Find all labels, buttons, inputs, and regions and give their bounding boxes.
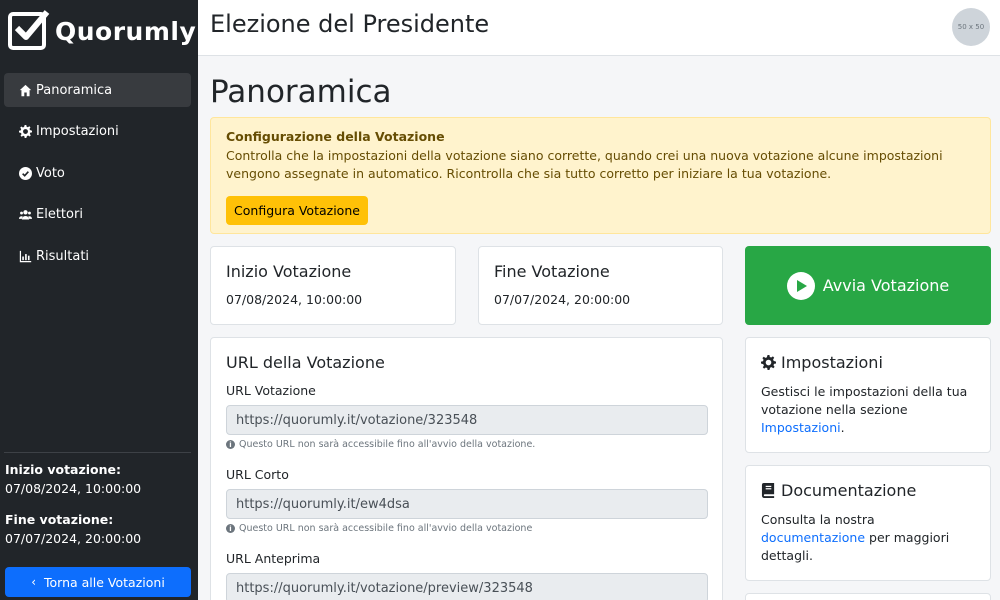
docs-card-text: Consulta la nostra documentazione per ma…: [761, 511, 976, 565]
start-election-button[interactable]: Avvia Votazione: [745, 246, 991, 325]
docs-text-before: Consulta la nostra: [761, 512, 875, 527]
url-votazione-input[interactable]: https://quorumly.it/votazione/323548: [226, 405, 708, 435]
sidebar-item-panoramica[interactable]: Panoramica: [4, 73, 191, 107]
settings-card-text: Gestisci le impostazioni della tua votaz…: [761, 383, 976, 437]
sidebar-item-voto[interactable]: Voto: [4, 156, 191, 190]
gear-icon: [761, 355, 776, 370]
info-icon: i: [226, 440, 235, 449]
chevron-left-icon: ‹: [31, 575, 37, 589]
url-votazione-help: i Questo URL non sarà accessibile fino a…: [226, 439, 535, 450]
sidebar-item-label: Voto: [36, 165, 65, 181]
page-title: Panoramica: [210, 74, 392, 110]
settings-card-title-text: Impostazioni: [781, 353, 883, 372]
sidebar-item-label: Impostazioni: [36, 124, 119, 139]
logo-check-icon: [8, 10, 50, 50]
sidebar-item-label: Elettori: [36, 207, 83, 222]
topbar: Elezione del Presidente 50 x 50: [198, 0, 1000, 56]
url-anteprima-input[interactable]: https://quorumly.it/votazione/preview/32…: [226, 573, 708, 600]
url-corto-help: i Questo URL non sarà accessibile fino a…: [226, 523, 532, 534]
end-card-value: 07/07/2024, 20:00:00: [494, 292, 631, 307]
url-corto-label: URL Corto: [226, 467, 289, 482]
url-corto-input[interactable]: https://quorumly.it/ew4dsa: [226, 489, 708, 519]
url-card-title: URL della Votazione: [226, 353, 385, 372]
start-date-card: Inizio Votazione 07/08/2024, 10:00:00: [210, 246, 456, 325]
home-icon: [19, 84, 32, 96]
sidebar-item-risultati[interactable]: Risultati: [4, 239, 191, 273]
extra-card: [745, 593, 991, 600]
url-anteprima-label: URL Anteprima: [226, 551, 321, 566]
end-date-card: Fine Votazione 07/07/2024, 20:00:00: [478, 246, 723, 325]
start-card-value: 07/08/2024, 10:00:00: [226, 292, 363, 307]
sidebar-divider: [4, 452, 191, 453]
settings-link[interactable]: Impostazioni: [761, 420, 841, 435]
sidebar-end-value: 07/07/2024, 20:00:00: [5, 531, 142, 546]
sidebar-start-info: Inizio votazione: 07/08/2024, 10:00:00: [5, 462, 141, 496]
sidebar-item-elettori[interactable]: Elettori: [4, 198, 191, 232]
settings-card: Impostazioni Gestisci le impostazioni de…: [745, 337, 991, 453]
url-card: URL della Votazione URL Votazione https:…: [210, 337, 723, 600]
end-card-title: Fine Votazione: [494, 262, 610, 281]
back-button-label: Torna alle Votazioni: [44, 574, 165, 590]
sidebar-end-info: Fine votazione: 07/07/2024, 20:00:00: [5, 512, 141, 546]
info-icon: i: [226, 524, 235, 533]
docs-card-title: Documentazione: [761, 481, 916, 500]
settings-text-after: .: [840, 420, 845, 435]
sidebar-item-impostazioni[interactable]: Impostazioni: [4, 115, 191, 149]
sidebar-nav: Panoramica Impostazioni Voto Elettori Ri…: [4, 73, 191, 281]
start-election-label: Avvia Votazione: [822, 276, 950, 295]
chart-icon: [19, 250, 32, 262]
avatar[interactable]: 50 x 50: [952, 8, 990, 46]
config-alert: Configurazione della Votazione Controlla…: [210, 117, 991, 234]
sidebar-item-label: Risultati: [36, 248, 90, 264]
url-corto-help-text: Questo URL non sarà accessibile fino all…: [239, 523, 533, 534]
url-votazione-label: URL Votazione: [226, 383, 316, 398]
start-card-title: Inizio Votazione: [226, 262, 352, 281]
sidebar-start-label: Inizio votazione:: [5, 462, 122, 477]
alert-title: Configurazione della Votazione: [226, 129, 445, 144]
docs-card-title-text: Documentazione: [781, 481, 917, 500]
docs-card: Documentazione Consulta la nostra docume…: [745, 465, 991, 581]
url-votazione-help-text: Questo URL non sarà accessibile fino all…: [239, 439, 536, 450]
book-icon: [761, 483, 775, 498]
users-icon: [19, 210, 32, 220]
play-icon: [786, 271, 815, 300]
sidebar-item-label: Panoramica: [36, 82, 113, 98]
sidebar-start-value: 07/08/2024, 10:00:00: [5, 481, 142, 496]
settings-text-before: Gestisci le impostazioni della tua votaz…: [761, 384, 968, 417]
app-name: Quorumly: [55, 16, 197, 46]
settings-card-title: Impostazioni: [761, 353, 883, 372]
sidebar: Quorumly Panoramica Impostazioni Voto El…: [0, 0, 198, 600]
sidebar-end-label: Fine votazione:: [5, 512, 114, 527]
check-circle-icon: [19, 166, 32, 180]
gear-icon: [19, 125, 32, 138]
docs-link[interactable]: documentazione: [761, 530, 865, 545]
election-title: Elezione del Presidente: [210, 10, 490, 38]
configure-election-button[interactable]: Configura Votazione: [226, 196, 368, 225]
back-to-elections-button[interactable]: ‹ Torna alle Votazioni: [5, 567, 191, 597]
logo[interactable]: Quorumly: [8, 10, 197, 50]
alert-text: Controlla che la impostazioni della vota…: [226, 148, 943, 181]
